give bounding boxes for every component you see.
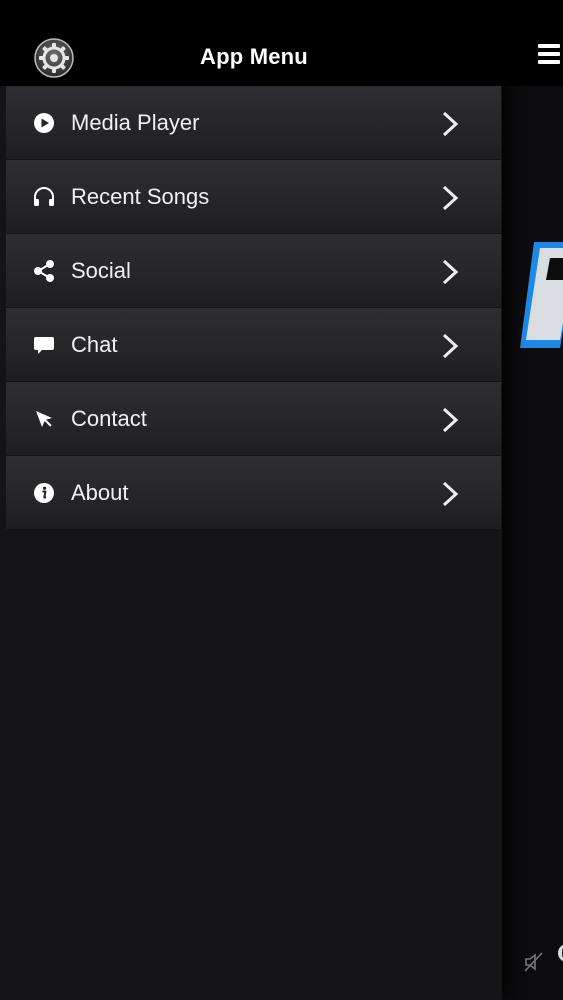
menu-item-contact[interactable]: Contact [6,382,501,456]
menu-item-recent-songs[interactable]: Recent Songs [6,160,501,234]
menu-item-chat[interactable]: Chat [6,308,501,382]
chevron-right-icon [442,333,459,359]
chevron-right-icon [442,407,459,433]
drawer-header: App Menu [0,0,502,86]
menu-list: Media Player Recent Songs Social Chat Co… [6,86,501,530]
side-drawer: App Menu Media Player Recent Songs Socia… [0,0,502,1000]
hamburger-icon[interactable] [538,44,560,66]
logo-fragment [520,242,563,348]
menu-item-label: Social [71,258,131,283]
menu-item-media-player[interactable]: Media Player [6,86,501,160]
share-icon [34,260,54,282]
main-header [502,0,563,86]
chevron-right-icon [442,111,459,137]
chat-icon [34,337,54,354]
menu-item-label: About [71,480,129,505]
play-icon [34,113,54,133]
menu-item-label: Chat [71,332,118,357]
menu-item-label: Contact [71,406,147,431]
chevron-right-icon [442,481,459,507]
chevron-right-icon [442,259,459,285]
main-content [502,0,563,1000]
speaker-mute-icon[interactable] [522,950,546,974]
info-icon [34,483,54,503]
chevron-right-icon [442,185,459,211]
headphones-icon [34,187,54,206]
menu-item-label: Recent Songs [71,184,210,209]
menu-item-social[interactable]: Social [6,234,501,308]
control-fragment [558,944,563,962]
menu-item-about[interactable]: About [6,456,501,530]
drawer-title: App Menu [200,44,308,69]
menu-item-label: Media Player [71,110,200,135]
cursor-icon [36,411,52,427]
